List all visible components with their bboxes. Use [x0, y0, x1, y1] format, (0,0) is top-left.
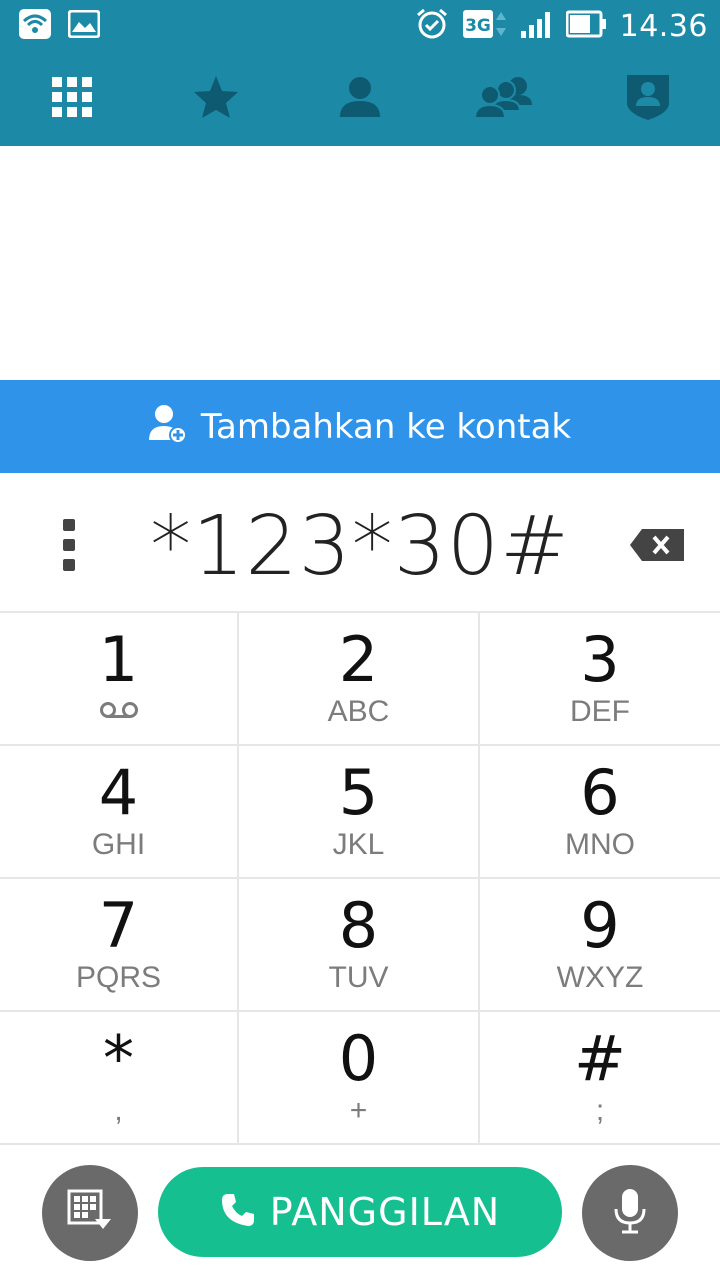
key-digit: 5	[338, 756, 379, 829]
key-4[interactable]: 4 GHI	[0, 746, 239, 879]
add-to-contacts-label: Tambahkan ke kontak	[200, 406, 572, 447]
key-letters: ;	[595, 1094, 605, 1127]
status-right: 3G 14.36	[414, 6, 708, 47]
key-digit: 9	[580, 889, 620, 962]
dialed-number[interactable]: *123*30#	[110, 499, 610, 594]
status-time: 14.36	[619, 9, 708, 44]
phone-icon	[220, 1192, 256, 1233]
key-letters: +	[349, 1094, 368, 1127]
key-letters: DEF	[570, 695, 630, 728]
battery-icon	[565, 10, 608, 43]
status-left	[18, 8, 101, 45]
network-3g-icon: 3G	[462, 8, 508, 45]
tab-contacts[interactable]	[288, 52, 432, 146]
status-bar: 3G 14.36	[0, 0, 720, 52]
voice-input-button[interactable]	[582, 1165, 678, 1261]
number-display: *123*30#	[0, 473, 720, 613]
key-letters: GHI	[91, 828, 146, 861]
key-9[interactable]: 9 WXYZ	[480, 879, 720, 1012]
key-digit: 3	[580, 623, 620, 696]
backspace-button[interactable]	[628, 525, 688, 565]
wifi-icon	[18, 8, 52, 45]
call-button-label: PANGGILAN	[269, 1190, 501, 1234]
top-bar: 3G 14.36	[0, 0, 720, 146]
key-3[interactable]: 3 DEF	[480, 613, 720, 746]
key-letters: PQRS	[75, 961, 162, 994]
dialpad-grid-icon	[51, 76, 93, 123]
key-letters: MNO	[565, 828, 635, 861]
add-to-contacts-button[interactable]: Tambahkan ke kontak	[0, 380, 720, 473]
key-digit: 6	[580, 756, 620, 829]
tab-bar	[0, 52, 720, 146]
key-0[interactable]: 0 +	[239, 1012, 480, 1145]
shield-person-icon	[625, 73, 671, 126]
key-7[interactable]: 7 PQRS	[0, 879, 239, 1012]
key-digit: *	[103, 1022, 134, 1095]
key-letters: ABC	[327, 695, 390, 728]
key-digit: 2	[338, 623, 379, 696]
signal-icon	[520, 9, 554, 44]
hide-keypad-button[interactable]	[42, 1165, 138, 1261]
microphone-icon	[612, 1187, 648, 1240]
image-notification-icon	[67, 9, 101, 43]
bottom-action-bar: PANGGILAN	[0, 1145, 720, 1280]
hide-keypad-icon	[67, 1189, 113, 1238]
call-button[interactable]: PANGGILAN	[158, 1167, 562, 1257]
key-star[interactable]: * ,	[0, 1012, 239, 1145]
key-5[interactable]: 5 JKL	[239, 746, 480, 879]
key-digit: 1	[98, 623, 139, 696]
key-1[interactable]: 1	[0, 613, 239, 746]
key-digit: #	[574, 1022, 626, 1095]
network-type-text: 3G	[465, 16, 491, 36]
key-letters: JKL	[332, 828, 385, 861]
key-letters: TUV	[328, 961, 389, 994]
person-icon	[339, 75, 381, 124]
key-digit: 7	[98, 889, 139, 962]
tab-profile[interactable]	[576, 52, 720, 146]
tab-dialpad[interactable]	[0, 52, 144, 146]
key-digit: 4	[98, 756, 139, 829]
key-letters: ,	[114, 1094, 123, 1127]
backspace-icon	[628, 529, 688, 569]
voicemail-icon	[99, 701, 139, 724]
dialpad: 1 2 ABC 3 DEF 4 GHI 5 JKL 6 MNO 7 PQRS 8…	[0, 613, 720, 1145]
alarm-icon	[414, 6, 450, 47]
star-icon	[192, 74, 240, 125]
key-2[interactable]: 2 ABC	[239, 613, 480, 746]
key-letters: WXYZ	[556, 961, 644, 994]
tab-favorites[interactable]	[144, 52, 288, 146]
add-person-icon	[148, 404, 187, 449]
key-digit: 0	[338, 1022, 379, 1095]
suggestion-area	[0, 146, 720, 380]
key-6[interactable]: 6 MNO	[480, 746, 720, 879]
tab-groups[interactable]	[432, 52, 576, 146]
key-digit: 8	[338, 889, 379, 962]
overflow-menu-icon[interactable]	[50, 519, 88, 571]
key-8[interactable]: 8 TUV	[239, 879, 480, 1012]
key-hash[interactable]: # ;	[480, 1012, 720, 1145]
group-icon	[473, 75, 534, 124]
